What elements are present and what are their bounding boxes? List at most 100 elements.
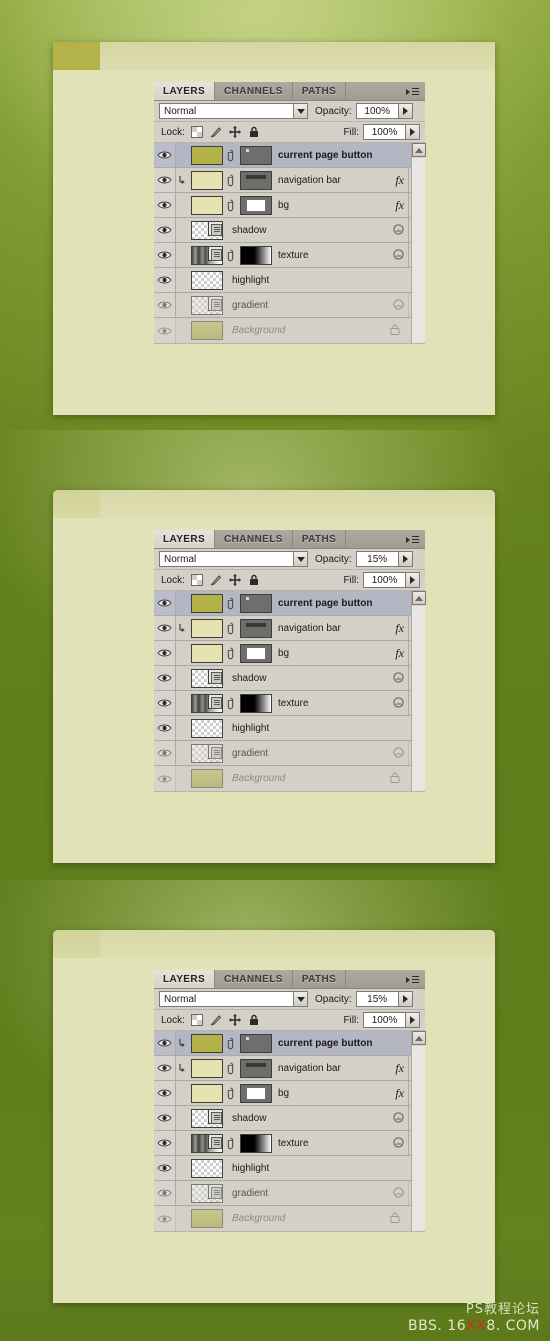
table-row[interactable]: bg fx	[154, 641, 425, 666]
layer-thumbnail[interactable]	[191, 1158, 223, 1178]
layer-visibility-toggle[interactable]	[154, 691, 176, 715]
table-row[interactable]: highlight	[154, 716, 425, 741]
table-row[interactable]: shadow	[154, 1106, 425, 1131]
tab-channels-3[interactable]: CHANNELS	[215, 970, 293, 988]
layer-thumbnail[interactable]	[191, 1033, 223, 1053]
lock-all-icon-3[interactable]	[248, 1014, 260, 1026]
layer-thumbnail[interactable]	[191, 1083, 223, 1103]
layer-thumbnail[interactable]	[191, 593, 223, 613]
layer-visibility-toggle[interactable]	[154, 591, 176, 615]
layer-thumbnail[interactable]	[191, 718, 223, 738]
lock-position-icon-2[interactable]	[228, 574, 241, 586]
table-row[interactable]: navigation bar fx	[154, 168, 425, 193]
link-icon[interactable]	[225, 196, 236, 215]
table-row[interactable]: gradient	[154, 293, 425, 318]
layer-effects-indicator[interactable]: fx	[384, 621, 408, 636]
layer-visibility-toggle[interactable]	[154, 1181, 176, 1205]
layer-mask-thumbnail[interactable]	[240, 693, 272, 713]
opacity-slider-arrow-3[interactable]	[397, 991, 413, 1007]
layer-scrollbar-3[interactable]	[411, 1031, 426, 1231]
layer-visibility-toggle[interactable]	[154, 1131, 176, 1155]
tab-channels-1[interactable]: CHANNELS	[215, 82, 293, 100]
lock-all-icon-2[interactable]	[248, 574, 260, 586]
lock-position-icon-1[interactable]	[228, 126, 241, 138]
layer-thumbnail[interactable]	[191, 220, 223, 240]
link-icon[interactable]	[225, 1134, 236, 1153]
layers-palette-2[interactable]: LAYERS CHANNELS PATHS Normal Opacity: 15…	[154, 530, 426, 792]
lock-all-icon-1[interactable]	[248, 126, 260, 138]
link-icon[interactable]	[225, 246, 236, 265]
layer-mask-indicator[interactable]	[384, 1111, 408, 1126]
layer-thumbnail[interactable]	[191, 1133, 223, 1153]
layer-thumbnail[interactable]	[191, 1209, 223, 1228]
tab-layers-2[interactable]: LAYERS	[154, 530, 216, 548]
lock-image-icon-3[interactable]	[210, 1014, 222, 1026]
layer-thumbnail[interactable]	[191, 195, 223, 215]
link-icon[interactable]	[225, 146, 236, 165]
scrollbar-track-1[interactable]	[412, 158, 425, 343]
opacity-slider-arrow-2[interactable]	[397, 551, 413, 567]
layer-visibility-toggle[interactable]	[154, 318, 176, 343]
layer-visibility-toggle[interactable]	[154, 741, 176, 765]
layer-visibility-toggle[interactable]	[154, 1206, 176, 1231]
layer-effects-indicator[interactable]: fx	[384, 1061, 408, 1076]
layer-mask-thumbnail[interactable]	[240, 195, 272, 215]
table-row[interactable]: navigation bar fx	[154, 1056, 425, 1081]
layer-visibility-toggle[interactable]	[154, 1106, 176, 1130]
layer-mask-thumbnail[interactable]	[240, 245, 272, 265]
layer-thumbnail[interactable]	[191, 1183, 223, 1203]
layer-list-3[interactable]: current page button navigation bar fx bg…	[154, 1031, 426, 1232]
layer-mask-thumbnail[interactable]	[240, 145, 272, 165]
layer-thumbnail[interactable]	[191, 295, 223, 315]
scrollbar-up-button-3[interactable]	[412, 1031, 426, 1045]
layer-thumbnail[interactable]	[191, 270, 223, 290]
layer-mask-indicator[interactable]	[384, 248, 408, 263]
layer-visibility-toggle[interactable]	[154, 168, 176, 192]
fill-input-2[interactable]: 100%	[363, 572, 405, 588]
layer-thumbnail[interactable]	[191, 618, 223, 638]
layer-thumbnail[interactable]	[191, 693, 223, 713]
fill-slider-arrow-3[interactable]	[405, 1012, 420, 1028]
lock-transparency-icon-2[interactable]	[190, 574, 203, 586]
scrollbar-track-3[interactable]	[412, 1046, 425, 1231]
link-icon[interactable]	[225, 694, 236, 713]
layer-visibility-toggle[interactable]	[154, 1156, 176, 1180]
layer-mask-thumbnail[interactable]	[240, 1058, 272, 1078]
blend-mode-dropdown-arrow-1[interactable]	[293, 103, 308, 119]
table-row[interactable]: current page button	[154, 591, 425, 616]
tab-paths-3[interactable]: PATHS	[292, 970, 347, 988]
lock-image-icon-2[interactable]	[210, 574, 222, 586]
link-icon[interactable]	[225, 1059, 236, 1078]
scrollbar-up-button-1[interactable]	[412, 143, 426, 157]
fill-slider-arrow-1[interactable]	[405, 124, 420, 140]
layer-visibility-toggle[interactable]	[154, 1031, 176, 1055]
link-icon[interactable]	[225, 1084, 236, 1103]
layer-visibility-toggle[interactable]	[154, 616, 176, 640]
layer-visibility-toggle[interactable]	[154, 766, 176, 791]
layer-visibility-toggle[interactable]	[154, 193, 176, 217]
tab-layers-1[interactable]: LAYERS	[154, 82, 216, 100]
layer-mask-thumbnail[interactable]	[240, 1033, 272, 1053]
layer-thumbnail[interactable]	[191, 1058, 223, 1078]
table-row[interactable]: texture	[154, 691, 425, 716]
layer-thumbnail[interactable]	[191, 1108, 223, 1128]
table-row[interactable]: texture	[154, 243, 425, 268]
layer-mask-indicator[interactable]	[384, 696, 408, 711]
tab-channels-2[interactable]: CHANNELS	[215, 530, 293, 548]
layer-visibility-toggle[interactable]	[154, 293, 176, 317]
layer-visibility-toggle[interactable]	[154, 143, 176, 167]
layer-mask-indicator[interactable]	[384, 746, 408, 761]
layer-visibility-toggle[interactable]	[154, 666, 176, 690]
layer-effects-indicator[interactable]: fx	[384, 646, 408, 661]
link-icon[interactable]	[225, 644, 236, 663]
layer-thumbnail[interactable]	[191, 321, 223, 340]
layer-mask-indicator[interactable]	[384, 298, 408, 313]
table-row[interactable]: bg fx	[154, 1081, 425, 1106]
table-row[interactable]: current page button	[154, 1031, 425, 1056]
lock-transparency-icon-1[interactable]	[190, 126, 203, 138]
panel-menu-icon-3[interactable]	[406, 975, 419, 984]
layer-thumbnail[interactable]	[191, 743, 223, 763]
table-row[interactable]: Background	[154, 318, 425, 343]
layer-list-2[interactable]: current page button navigation bar fx bg…	[154, 591, 426, 792]
layer-mask-indicator[interactable]	[384, 1136, 408, 1151]
